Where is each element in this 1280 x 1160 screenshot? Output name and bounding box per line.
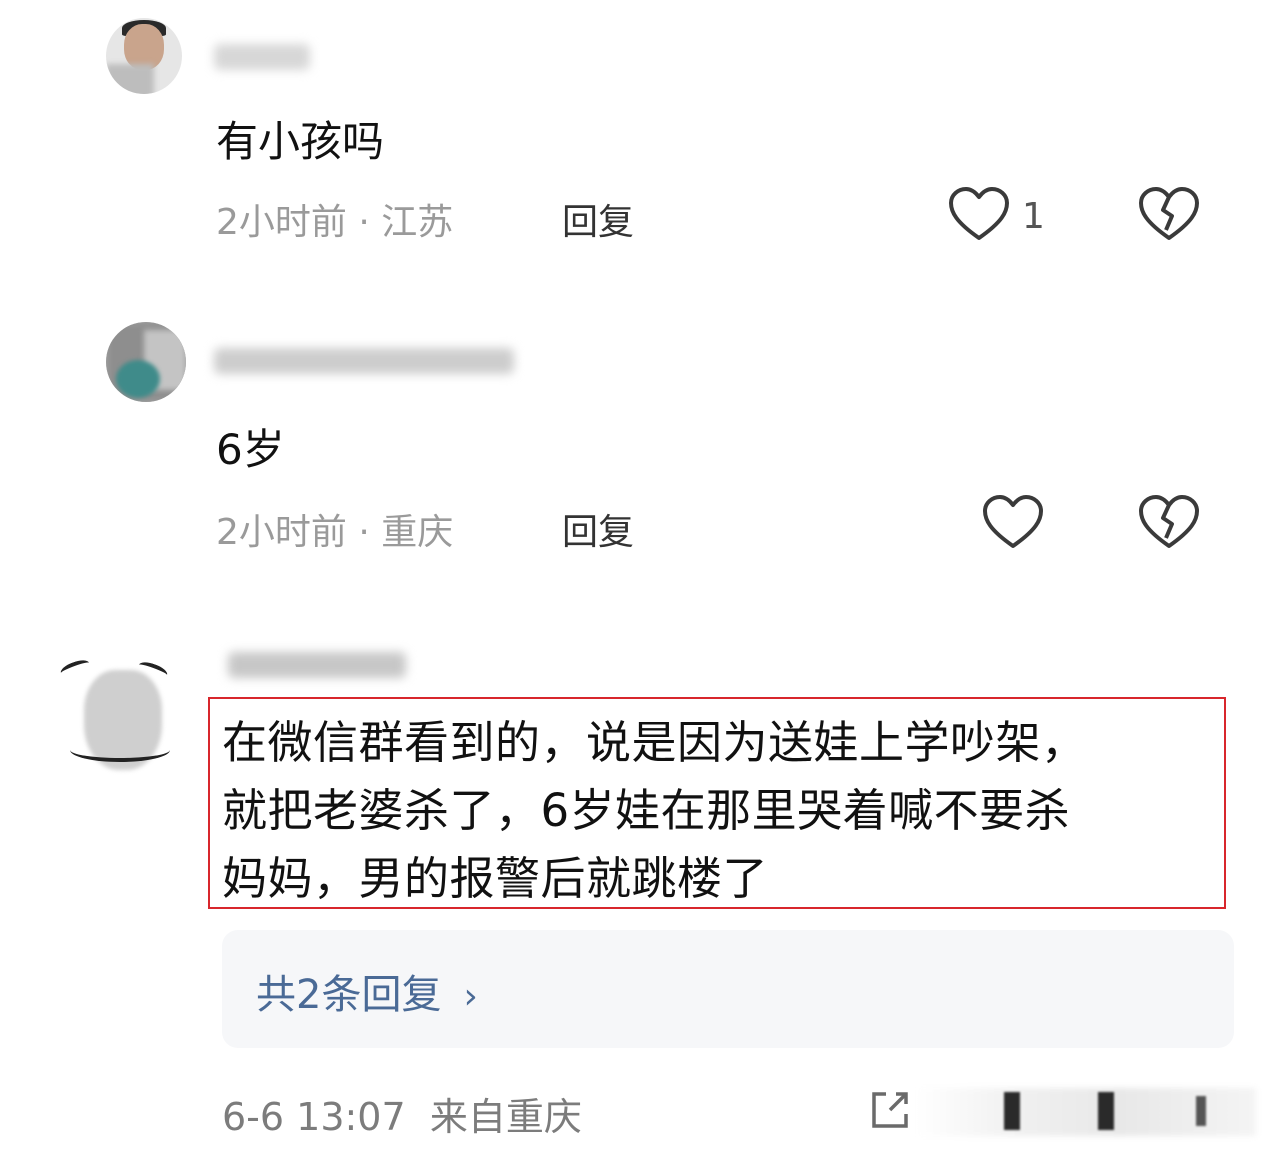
share-icon[interactable]	[868, 1088, 912, 1132]
heart-outline-icon[interactable]	[948, 186, 1010, 244]
watermark-mark	[1004, 1092, 1020, 1130]
highlighted-comment-line: 就把老婆杀了，6岁娃在那里哭着喊不要杀	[222, 784, 1071, 837]
avatar[interactable]	[106, 322, 186, 402]
comment-location: 重庆	[381, 512, 454, 553]
post-footer: 6-6 13:07 来自重庆	[222, 1086, 582, 1141]
comment-text: 有小孩吗	[216, 117, 385, 166]
avatar[interactable]	[106, 18, 182, 94]
meta-separator: ·	[346, 512, 382, 553]
username-blurred[interactable]	[214, 44, 310, 70]
view-replies-link[interactable]: 共2条回复 ›	[256, 962, 478, 1020]
username-blurred[interactable]	[228, 652, 406, 678]
avatar[interactable]	[60, 650, 180, 780]
post-timestamp: 6-6 13:07	[222, 1095, 406, 1139]
highlighted-comment-line: 在微信群看到的，说是因为送娃上学吵架，	[222, 716, 1087, 769]
chevron-right-icon: ›	[463, 976, 478, 1017]
broken-heart-icon[interactable]	[1138, 494, 1200, 552]
broken-heart-icon[interactable]	[1138, 186, 1200, 244]
comment-time: 2小时前	[216, 512, 347, 553]
post-source: 来自重庆	[429, 1095, 582, 1139]
reply-button[interactable]: 回复	[562, 503, 634, 555]
comment-location: 江苏	[381, 202, 454, 243]
comment-meta: 2小时前 · 江苏	[216, 193, 453, 245]
comment-time: 2小时前	[216, 202, 347, 243]
watermark-mark	[1098, 1092, 1114, 1130]
comment-text: 6岁	[216, 425, 285, 474]
watermark-mark	[1196, 1096, 1206, 1126]
comment-meta: 2小时前 · 重庆	[216, 503, 453, 555]
replies-count-label: 共2条回复	[256, 972, 442, 1018]
reply-button[interactable]: 回复	[562, 193, 634, 245]
meta-separator: ·	[346, 202, 382, 243]
highlighted-comment-line: 妈妈，男的报警后就跳楼了	[222, 852, 769, 905]
heart-outline-icon[interactable]	[982, 494, 1044, 552]
username-blurred[interactable]	[214, 348, 514, 374]
like-count: 1	[1022, 196, 1045, 237]
